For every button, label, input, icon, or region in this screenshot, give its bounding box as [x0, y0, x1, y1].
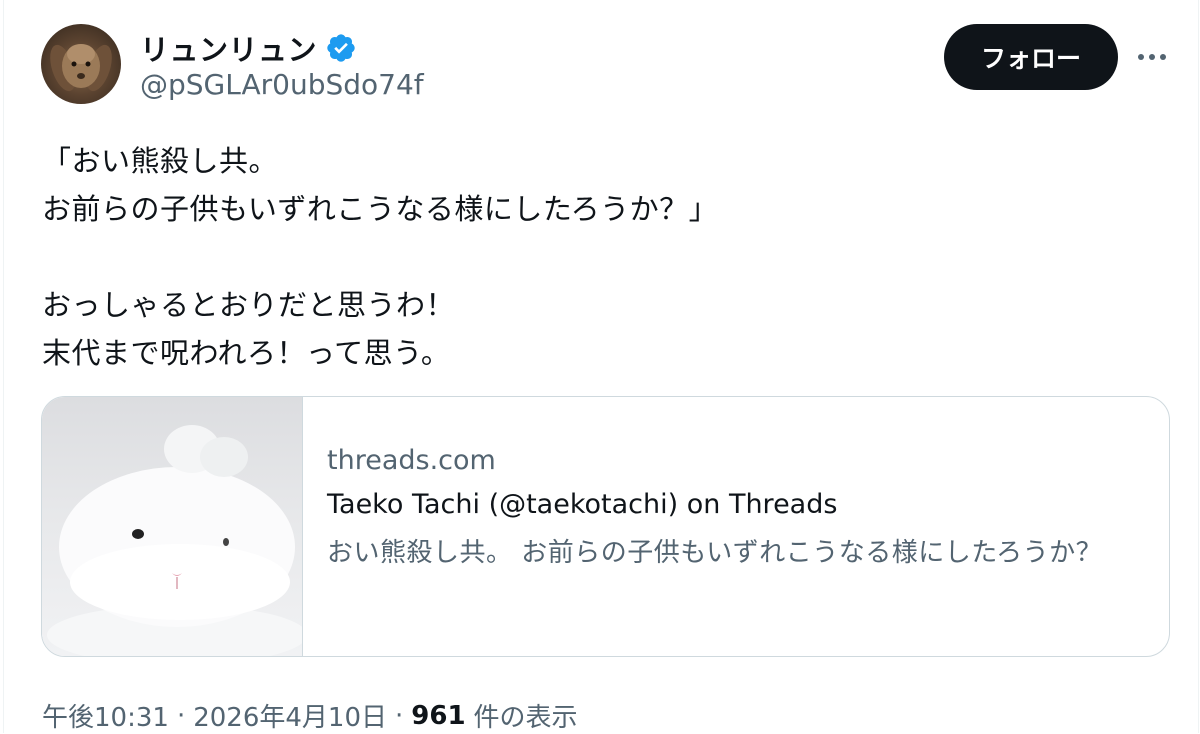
tweet-text: 「おい熊殺し共。 お前らの子供もいずれこうなる様にしたろうか？」 おっしゃるとお…	[42, 144, 719, 370]
link-card-description: おい熊殺し共。 お前らの子供もいずれこうなる様にしたろうか？	[327, 538, 1103, 568]
tweet-date[interactable]: 2026年4月10日	[193, 697, 387, 734]
author-display-name[interactable]: リュンリュン	[140, 27, 317, 69]
meta-separator: ·	[395, 700, 404, 731]
author-handle[interactable]: @pSGLAr0ubSdo74f	[140, 68, 424, 101]
link-preview-card[interactable]: threads.com Taeko Tachi (@taekotachi) on…	[41, 396, 1170, 657]
link-card-thumbnail	[42, 397, 303, 656]
views-label[interactable]: 件の表示	[474, 697, 578, 734]
author-display-name-row[interactable]: リュンリュン	[140, 27, 357, 69]
meta-separator: ·	[176, 700, 186, 731]
verified-badge-icon	[327, 34, 355, 62]
tweet-container: リュンリュン @pSGLAr0ubSdo74f フォロー 「おい熊殺し共。 お前…	[3, 0, 1199, 733]
follow-button[interactable]: フォロー	[944, 24, 1118, 90]
tweet-time[interactable]: 午後10:31	[42, 697, 169, 734]
views-count[interactable]: 961	[411, 701, 465, 731]
author-avatar[interactable]	[41, 24, 121, 104]
link-card-title: Taeko Tachi (@taekotachi) on Threads	[327, 489, 838, 520]
tweet-meta: 午後10:31 · 2026年4月10日 · 961 件の表示	[42, 697, 578, 734]
link-card-domain: threads.com	[327, 445, 496, 476]
more-options-icon[interactable]	[1132, 40, 1172, 74]
